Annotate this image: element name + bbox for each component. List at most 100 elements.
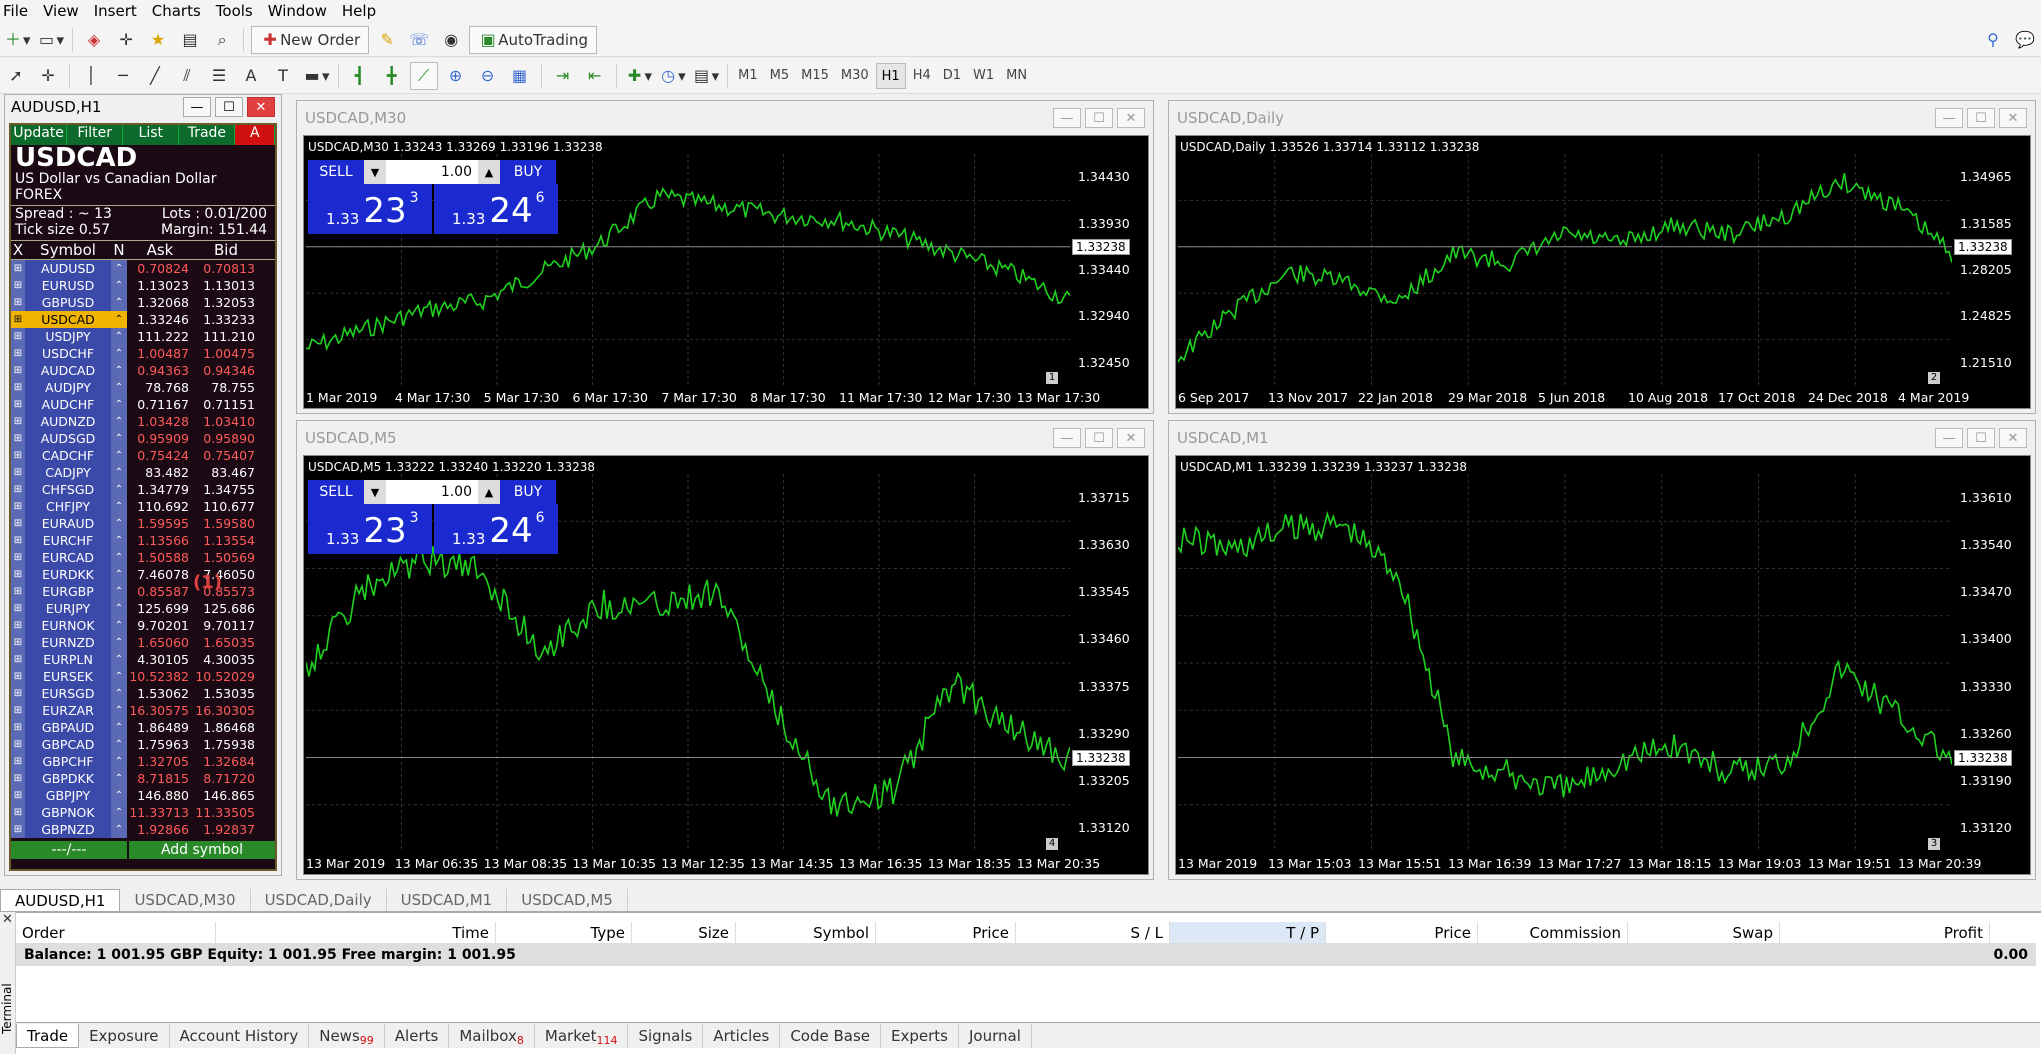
maximize-button[interactable]: ☐ <box>1967 428 1995 448</box>
quote-expand-icon[interactable]: ⊞ <box>11 583 25 600</box>
close-button[interactable]: ✕ <box>1999 108 2027 128</box>
maximize-button[interactable]: ☐ <box>1085 108 1113 128</box>
quote-chart-icon[interactable]: ⌃ <box>111 413 127 430</box>
minimize-button[interactable]: — <box>1935 428 1963 448</box>
quote-chart-icon[interactable]: ⌃ <box>111 464 127 481</box>
quote-chart-icon[interactable]: ⌃ <box>111 685 127 702</box>
lot-size-input[interactable]: 1.00 <box>386 160 478 184</box>
quote-row[interactable]: ⊞ EURNZD ⌃ 1.65060 1.65035 <box>11 634 275 651</box>
zoom-in-button[interactable]: ⊕ <box>442 62 470 90</box>
terminal-tab-exposure[interactable]: Exposure <box>79 1023 170 1048</box>
terminal-tab-code-base[interactable]: Code Base <box>780 1023 882 1048</box>
quote-row[interactable]: ⊞ EURSEK ⌃ 10.52382 10.52029 <box>11 668 275 685</box>
lot-size-input[interactable]: 1.00 <box>386 480 478 504</box>
menu-file[interactable]: File <box>0 0 40 22</box>
quote-expand-icon[interactable]: ⊞ <box>11 447 25 464</box>
column-header[interactable]: Price <box>1326 922 1478 943</box>
quote-expand-icon[interactable]: ⊞ <box>11 515 25 532</box>
maximize-button[interactable]: ☐ <box>1967 108 1995 128</box>
quote-row[interactable]: ⊞ CHFSGD ⌃ 1.34779 1.34755 <box>11 481 275 498</box>
quote-chart-icon[interactable]: ⌃ <box>111 430 127 447</box>
quote-chart-icon[interactable]: ⌃ <box>111 311 127 328</box>
quote-expand-icon[interactable]: ⊞ <box>11 702 25 719</box>
quote-chart-icon[interactable]: ⌃ <box>111 396 127 413</box>
quote-expand-icon[interactable]: ⊞ <box>11 634 25 651</box>
quote-chart-icon[interactable]: ⌃ <box>111 821 127 838</box>
lot-decrease-button[interactable]: ▼ <box>364 160 386 184</box>
quote-expand-icon[interactable]: ⊞ <box>11 770 25 787</box>
line-chart-button[interactable]: ⟋ <box>409 61 438 90</box>
quote-expand-icon[interactable]: ⊞ <box>11 345 25 362</box>
minimize-button[interactable]: — <box>183 97 211 117</box>
text-button[interactable]: A <box>237 62 265 90</box>
indicators-button[interactable]: ✚ ▾ <box>624 62 654 90</box>
quote-row[interactable]: ⊞ CHFJPY ⌃ 110.692 110.677 <box>11 498 275 515</box>
quote-row[interactable]: ⊞ EURJPY ⌃ 125.699 125.686 <box>11 600 275 617</box>
quote-chart-icon[interactable]: ⌃ <box>111 260 127 277</box>
vps-button[interactable]: ◉ <box>437 26 465 54</box>
timeframe-h1[interactable]: H1 <box>875 62 906 89</box>
quote-chart-icon[interactable]: ⌃ <box>111 702 127 719</box>
quote-row[interactable]: ⊞ EURSGD ⌃ 1.53062 1.53035 <box>11 685 275 702</box>
quote-row[interactable]: ⊞ EURAUD ⌃ 1.59595 1.59580 <box>11 515 275 532</box>
column-header[interactable]: Profit <box>1780 922 1990 943</box>
fibonacci-button[interactable]: ☰ <box>205 62 233 90</box>
chart-tab[interactable]: USDCAD,M5 <box>507 889 628 911</box>
quote-chart-icon[interactable]: ⌃ <box>111 600 127 617</box>
cursor-button[interactable]: ➚ <box>2 62 30 90</box>
timeframe-h4[interactable]: H4 <box>908 63 936 89</box>
sell-button[interactable]: SELL <box>308 480 364 504</box>
quote-row[interactable]: ⊞ EURPLN ⌃ 4.30105 4.30035 <box>11 651 275 668</box>
quote-expand-icon[interactable]: ⊞ <box>11 617 25 634</box>
quote-chart-icon[interactable]: ⌃ <box>111 804 127 821</box>
quote-chart-icon[interactable]: ⌃ <box>111 753 127 770</box>
page-indicator[interactable]: ---/--- <box>11 841 127 859</box>
quote-expand-icon[interactable]: ⊞ <box>11 328 25 345</box>
close-button[interactable]: ✕ <box>1999 428 2027 448</box>
quote-chart-icon[interactable]: ⌃ <box>111 719 127 736</box>
terminal-tab-articles[interactable]: Articles <box>703 1023 781 1048</box>
quote-chart-icon[interactable]: ⌃ <box>111 498 127 515</box>
timeframe-m30[interactable]: M30 <box>836 63 874 89</box>
quote-chart-icon[interactable]: ⌃ <box>111 345 127 362</box>
quote-expand-icon[interactable]: ⊞ <box>11 600 25 617</box>
quote-row[interactable]: ⊞ CADJPY ⌃ 83.482 83.467 <box>11 464 275 481</box>
column-header[interactable]: Order <box>16 922 216 943</box>
minimize-button[interactable]: — <box>1053 428 1081 448</box>
terminal-tab-news[interactable]: News99 <box>309 1023 385 1048</box>
terminal-button[interactable]: ▤ <box>176 26 204 54</box>
quote-row[interactable]: ⊞ GBPNZD ⌃ 1.92866 1.92837 <box>11 821 275 838</box>
data-window-button[interactable]: ✛ <box>112 26 140 54</box>
terminal-tab-experts[interactable]: Experts <box>881 1023 959 1048</box>
column-header[interactable]: Swap <box>1628 922 1780 943</box>
chart-plot-area[interactable]: USDCAD,Daily 1.33526 1.33714 1.33112 1.3… <box>1175 135 2031 409</box>
terminal-tab-account-history[interactable]: Account History <box>170 1023 310 1048</box>
timeframe-m1[interactable]: M1 <box>733 63 763 89</box>
search-button[interactable]: ⚲ <box>1979 26 2007 54</box>
quote-expand-icon[interactable]: ⊞ <box>11 668 25 685</box>
quote-chart-icon[interactable]: ⌃ <box>111 668 127 685</box>
chart-plot-area[interactable]: USDCAD,M30 1.33243 1.33269 1.33196 1.332… <box>303 135 1149 409</box>
quote-row[interactable]: ⊞ EURDKK ⌃ 7.46078 7.46050 <box>11 566 275 583</box>
quote-chart-icon[interactable]: ⌃ <box>111 787 127 804</box>
quote-row[interactable]: ⊞ AUDJPY ⌃ 78.768 78.755 <box>11 379 275 396</box>
column-header[interactable]: Type <box>496 922 632 943</box>
quote-chart-icon[interactable]: ⌃ <box>111 566 127 583</box>
quote-expand-icon[interactable]: ⊞ <box>11 549 25 566</box>
chart-tab[interactable]: USDCAD,Daily <box>251 889 387 911</box>
maximize-button[interactable]: ☐ <box>215 97 243 117</box>
tab-alert[interactable]: A <box>235 125 276 145</box>
chat-bubble-button[interactable]: 💬 <box>2011 26 2039 54</box>
tester-button[interactable]: ⌕ <box>208 26 236 54</box>
quote-expand-icon[interactable]: ⊞ <box>11 362 25 379</box>
arrows-button[interactable]: ▬ ▾ <box>301 62 331 90</box>
quote-chart-icon[interactable]: ⌃ <box>111 328 127 345</box>
autoscroll-button[interactable]: ⇥ <box>549 62 577 90</box>
column-header[interactable]: Price <box>876 922 1016 943</box>
text-label-button[interactable]: T <box>269 62 297 90</box>
metaeditor-button[interactable]: ✎ <box>373 26 401 54</box>
zoom-out-button[interactable]: ⊖ <box>474 62 502 90</box>
chart-tab[interactable]: USDCAD,M1 <box>387 889 508 911</box>
crosshair-button[interactable]: ✛ <box>34 62 62 90</box>
menu-insert[interactable]: Insert <box>91 0 149 22</box>
